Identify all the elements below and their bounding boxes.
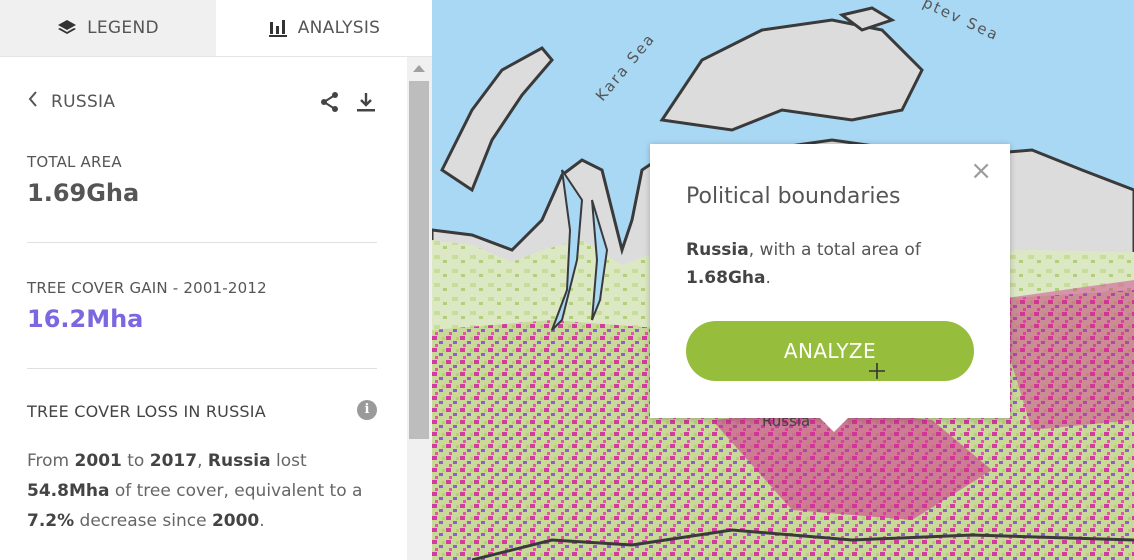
back-chevron-icon[interactable]: [27, 90, 39, 113]
popup-text-mid: , with a total area of: [748, 240, 921, 260]
total-area-value: 1.69Gha: [27, 179, 140, 207]
share-icon[interactable]: [319, 91, 341, 117]
popup-pointer: [820, 418, 848, 432]
panel-tabs: LEGEND ANALYSIS: [0, 0, 432, 57]
analysis-panel: LEGEND ANALYSIS RUSSIA TOTAL AREA 1.69Gh…: [0, 0, 432, 560]
total-area-section: TOTAL AREA 1.69Gha: [27, 153, 139, 207]
country-header: RUSSIA: [27, 87, 377, 117]
popup-title: Political boundaries: [686, 184, 901, 209]
analyze-button[interactable]: ANALYZE: [686, 321, 974, 381]
popup-area: 1.68Gha: [686, 268, 766, 288]
divider: [27, 242, 377, 243]
desc-text: of tree cover, equivalent to a: [109, 481, 363, 501]
tab-legend-label: LEGEND: [87, 18, 159, 38]
desc-text: lost: [270, 451, 307, 471]
total-area-label: TOTAL AREA: [27, 153, 122, 171]
tab-analysis[interactable]: ANALYSIS: [216, 0, 432, 56]
tree-cover-loss-description: From 2001 to 2017, Russia lost 54.8Mha o…: [27, 446, 387, 536]
popup-text: Russia, with a total area of 1.68Gha.: [686, 236, 976, 292]
tab-legend[interactable]: LEGEND: [0, 0, 216, 56]
download-icon[interactable]: [355, 91, 377, 117]
desc-start-year: 2001: [74, 451, 122, 471]
desc-base-year: 2000: [211, 511, 260, 531]
scroll-up-arrow-icon[interactable]: [413, 65, 425, 72]
tree-cover-gain-section: TREE COVER GAIN - 2001-2012 16.2Mha: [27, 279, 267, 333]
desc-text: to: [121, 451, 150, 471]
panel-scrollbar[interactable]: [407, 57, 432, 560]
desc-country: Russia: [207, 451, 271, 471]
bar-chart-icon: [268, 18, 288, 38]
desc-text: .: [259, 511, 265, 531]
tree-cover-gain-label: TREE COVER GAIN - 2001-2012: [27, 279, 267, 297]
desc-percent: 7.2%: [27, 511, 75, 531]
country-name[interactable]: RUSSIA: [51, 92, 115, 112]
tab-analysis-label: ANALYSIS: [297, 18, 381, 38]
tree-cover-gain-value: 16.2Mha: [27, 305, 144, 333]
popup-text-end: .: [765, 268, 771, 288]
desc-loss: 54.8Mha: [27, 481, 110, 501]
desc-end-year: 2017: [149, 451, 198, 471]
tree-cover-loss-title: TREE COVER LOSS IN RUSSIA: [27, 402, 266, 421]
popup-country: Russia: [686, 240, 749, 260]
divider: [27, 368, 377, 369]
info-icon[interactable]: i: [357, 400, 377, 420]
scrollbar-thumb[interactable]: [409, 81, 429, 439]
layers-icon: [57, 18, 77, 38]
header-actions: [319, 91, 377, 117]
map-popup: × Political boundaries Russia, with a to…: [650, 144, 1010, 432]
desc-text: decrease since: [74, 511, 212, 531]
desc-text: ,: [197, 451, 208, 471]
desc-text: From: [27, 451, 75, 471]
crosshair-cursor-icon: [868, 362, 886, 384]
close-icon[interactable]: ×: [970, 158, 992, 184]
tree-cover-loss-section: TREE COVER LOSS IN RUSSIA i: [27, 400, 377, 421]
